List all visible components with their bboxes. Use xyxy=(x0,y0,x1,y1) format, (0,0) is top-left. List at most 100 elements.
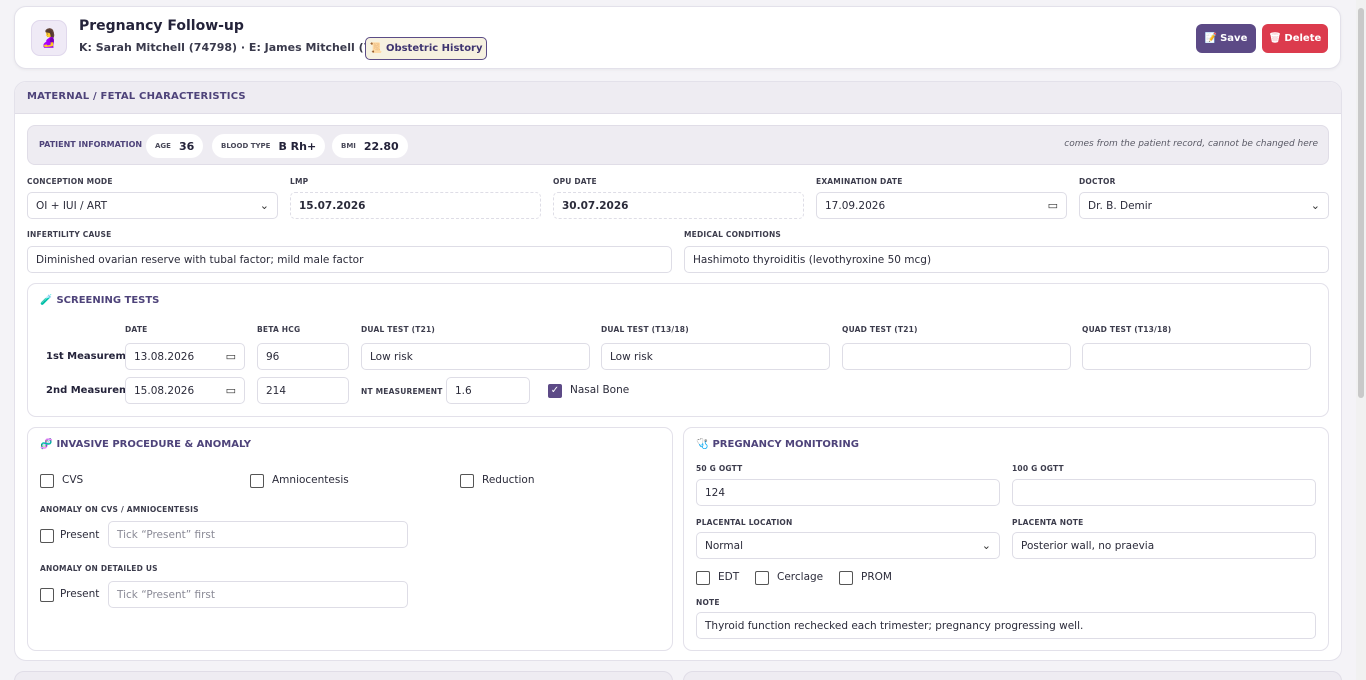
placental-location-value: Normal xyxy=(705,539,743,552)
patient-couple: K: Sarah Mitchell (74798) · E: James Mit… xyxy=(79,41,407,54)
delete-button[interactable]: 🗑 Delete xyxy=(1262,24,1328,53)
reduction-checkbox[interactable] xyxy=(460,474,474,488)
cvs-checkbox[interactable] xyxy=(40,474,54,488)
col-quad-t1318: QUAD TEST (T13/18) xyxy=(1082,325,1172,334)
pregnant-avatar-icon: 🤰 xyxy=(31,20,67,56)
row1-quad-t1318-input[interactable] xyxy=(1082,343,1311,370)
row1-quad-t21-input[interactable] xyxy=(842,343,1071,370)
ogtt100-input[interactable] xyxy=(1012,479,1316,506)
medical-conditions-input[interactable]: Hashimoto thyroiditis (levothyroxine 50 … xyxy=(684,246,1329,273)
blood-type-value: B Rh+ xyxy=(278,139,317,153)
conception-mode-label: CONCEPTION MODE xyxy=(27,177,113,186)
anomaly-cvs-present-checkbox[interactable] xyxy=(40,529,54,543)
obstetric-history-label: Obstetric History xyxy=(385,43,483,54)
prom-checkbox[interactable] xyxy=(839,571,853,585)
row2-date-input[interactable]: 15.08.2026 ▭ xyxy=(125,377,245,404)
doctor-label: DOCTOR xyxy=(1079,177,1116,186)
row2-label: 2nd Measurement xyxy=(46,385,126,396)
infertility-cause-label: INFERTILITY CAUSE xyxy=(27,230,112,239)
chevron-down-icon: ⌄ xyxy=(981,539,991,552)
obstetric-history-button[interactable]: 📜 Obstetric History xyxy=(365,37,487,60)
edt-checkbox[interactable] xyxy=(696,571,710,585)
patient-info-bar: PATIENT INFORMATION AGE 36 BLOOD TYPE B … xyxy=(27,125,1329,165)
placental-location-select[interactable]: Normal ⌄ xyxy=(696,532,1000,559)
col-beta-hcg: BETA HCG xyxy=(257,325,301,334)
screening-tests-label: SCREENING TESTS xyxy=(56,295,160,306)
row1-dual-t1318-input[interactable]: Low risk xyxy=(601,343,830,370)
chevron-down-icon: ⌄ xyxy=(259,199,269,212)
opu-date-field[interactable]: 30.07.2026 xyxy=(553,192,804,219)
calendar-icon[interactable]: ▭ xyxy=(226,384,236,397)
bmi-key: BMI xyxy=(341,142,356,150)
infertility-cause-input[interactable]: Diminished ovarian reserve with tubal fa… xyxy=(27,246,672,273)
blood-type-chip: BLOOD TYPE B Rh+ xyxy=(212,134,326,158)
anomaly-us-placeholder: Tick “Present” first xyxy=(117,588,216,601)
conception-mode-value: OI + IUI / ART xyxy=(36,199,108,212)
age-value: 36 xyxy=(178,139,195,153)
calendar-icon[interactable]: ▭ xyxy=(226,350,236,363)
anomaly-us-input[interactable]: Tick “Present” first xyxy=(108,581,408,608)
save-label: Save xyxy=(1220,33,1248,44)
invasive-title: 🧬 INVASIVE PROCEDURE & ANOMALY xyxy=(40,439,251,450)
placenta-note-input[interactable]: Posterior wall, no praevia xyxy=(1012,532,1316,559)
nasal-bone-label: Nasal Bone xyxy=(570,384,630,396)
dna-icon: 🧬 xyxy=(40,439,53,450)
cerclage-checkbox[interactable] xyxy=(755,571,769,585)
col-date: DATE xyxy=(125,325,148,334)
next-card-left xyxy=(14,671,673,680)
calendar-icon[interactable]: ▭ xyxy=(1048,199,1058,212)
nt-measurement-input[interactable]: 1.6 xyxy=(446,377,530,404)
row2-beta-input[interactable]: 214 xyxy=(257,377,349,404)
readonly-note: comes from the patient record, cannot be… xyxy=(1064,139,1318,149)
lmp-label: LMP xyxy=(290,177,309,186)
ogtt50-input[interactable]: 124 xyxy=(696,479,1000,506)
examination-date-input[interactable]: 17.09.2026 ▭ xyxy=(816,192,1067,219)
placenta-note-label: PLACENTA NOTE xyxy=(1012,518,1084,527)
col-quad-t21: QUAD TEST (T21) xyxy=(842,325,918,334)
invasive-label: INVASIVE PROCEDURE & ANOMALY xyxy=(56,439,252,450)
section-title: MATERNAL / FETAL CHARACTERISTICS xyxy=(15,82,1341,114)
row1-beta-input[interactable]: 96 xyxy=(257,343,349,370)
page-header: 🤰 Pregnancy Follow-up K: Sarah Mitchell … xyxy=(14,6,1341,69)
cerclage-label: Cerclage xyxy=(777,571,824,583)
ogtt50-label: 50 G OGTT xyxy=(696,464,743,473)
stethoscope-icon: 🩺 xyxy=(696,439,709,450)
save-button[interactable]: 📝 Save xyxy=(1196,24,1256,53)
opu-date-label: OPU DATE xyxy=(553,177,597,186)
amniocentesis-label: Amniocentesis xyxy=(272,474,349,486)
anomaly-us-present-checkbox[interactable] xyxy=(40,588,54,602)
anomaly-us-present-label: Present xyxy=(60,588,100,600)
page-scrollbar[interactable] xyxy=(1356,0,1366,680)
delete-label: Delete xyxy=(1284,33,1322,44)
screening-tests-panel: 🧪 SCREENING TESTS DATE BETA HCG DUAL TES… xyxy=(27,283,1329,417)
age-chip: AGE 36 xyxy=(146,134,204,158)
nasal-bone-checkbox[interactable]: ✓ xyxy=(548,384,562,398)
doctor-select[interactable]: Dr. B. Demir ⌄ xyxy=(1079,192,1329,219)
anomaly-cvs-input[interactable]: Tick “Present” first xyxy=(108,521,408,548)
age-key: AGE xyxy=(155,142,171,150)
page-title: Pregnancy Follow-up xyxy=(79,18,244,34)
screening-tests-title: 🧪 SCREENING TESTS xyxy=(40,295,159,306)
examination-date-label: EXAMINATION DATE xyxy=(816,177,903,186)
scrollbar-thumb[interactable] xyxy=(1358,8,1364,398)
col-dual-t21: DUAL TEST (T21) xyxy=(361,325,436,334)
maternal-fetal-card: MATERNAL / FETAL CHARACTERISTICS PATIENT… xyxy=(14,81,1342,661)
next-card-right xyxy=(683,671,1342,680)
note-input[interactable]: Thyroid function rechecked each trimeste… xyxy=(696,612,1316,639)
col-dual-t1318: DUAL TEST (T13/18) xyxy=(601,325,689,334)
nt-measurement-label: NT MEASUREMENT xyxy=(361,387,443,396)
row1-date-input[interactable]: 13.08.2026 ▭ xyxy=(125,343,245,370)
conception-mode-select[interactable]: OI + IUI / ART ⌄ xyxy=(27,192,278,219)
lmp-field[interactable]: 15.07.2026 xyxy=(290,192,541,219)
placental-location-label: PLACENTAL LOCATION xyxy=(696,518,793,527)
edt-label: EDT xyxy=(718,571,740,583)
bmi-chip: BMI 22.80 xyxy=(332,134,408,158)
scroll-icon: 📜 xyxy=(369,43,382,54)
memo-icon: 📝 xyxy=(1204,33,1218,44)
anomaly-us-label: ANOMALY ON DETAILED US xyxy=(40,564,158,573)
row1-date-value: 13.08.2026 xyxy=(134,350,195,363)
amniocentesis-checkbox[interactable] xyxy=(250,474,264,488)
row1-dual-t21-input[interactable]: Low risk xyxy=(361,343,590,370)
doctor-value: Dr. B. Demir xyxy=(1088,199,1152,212)
note-label: NOTE xyxy=(696,598,720,607)
